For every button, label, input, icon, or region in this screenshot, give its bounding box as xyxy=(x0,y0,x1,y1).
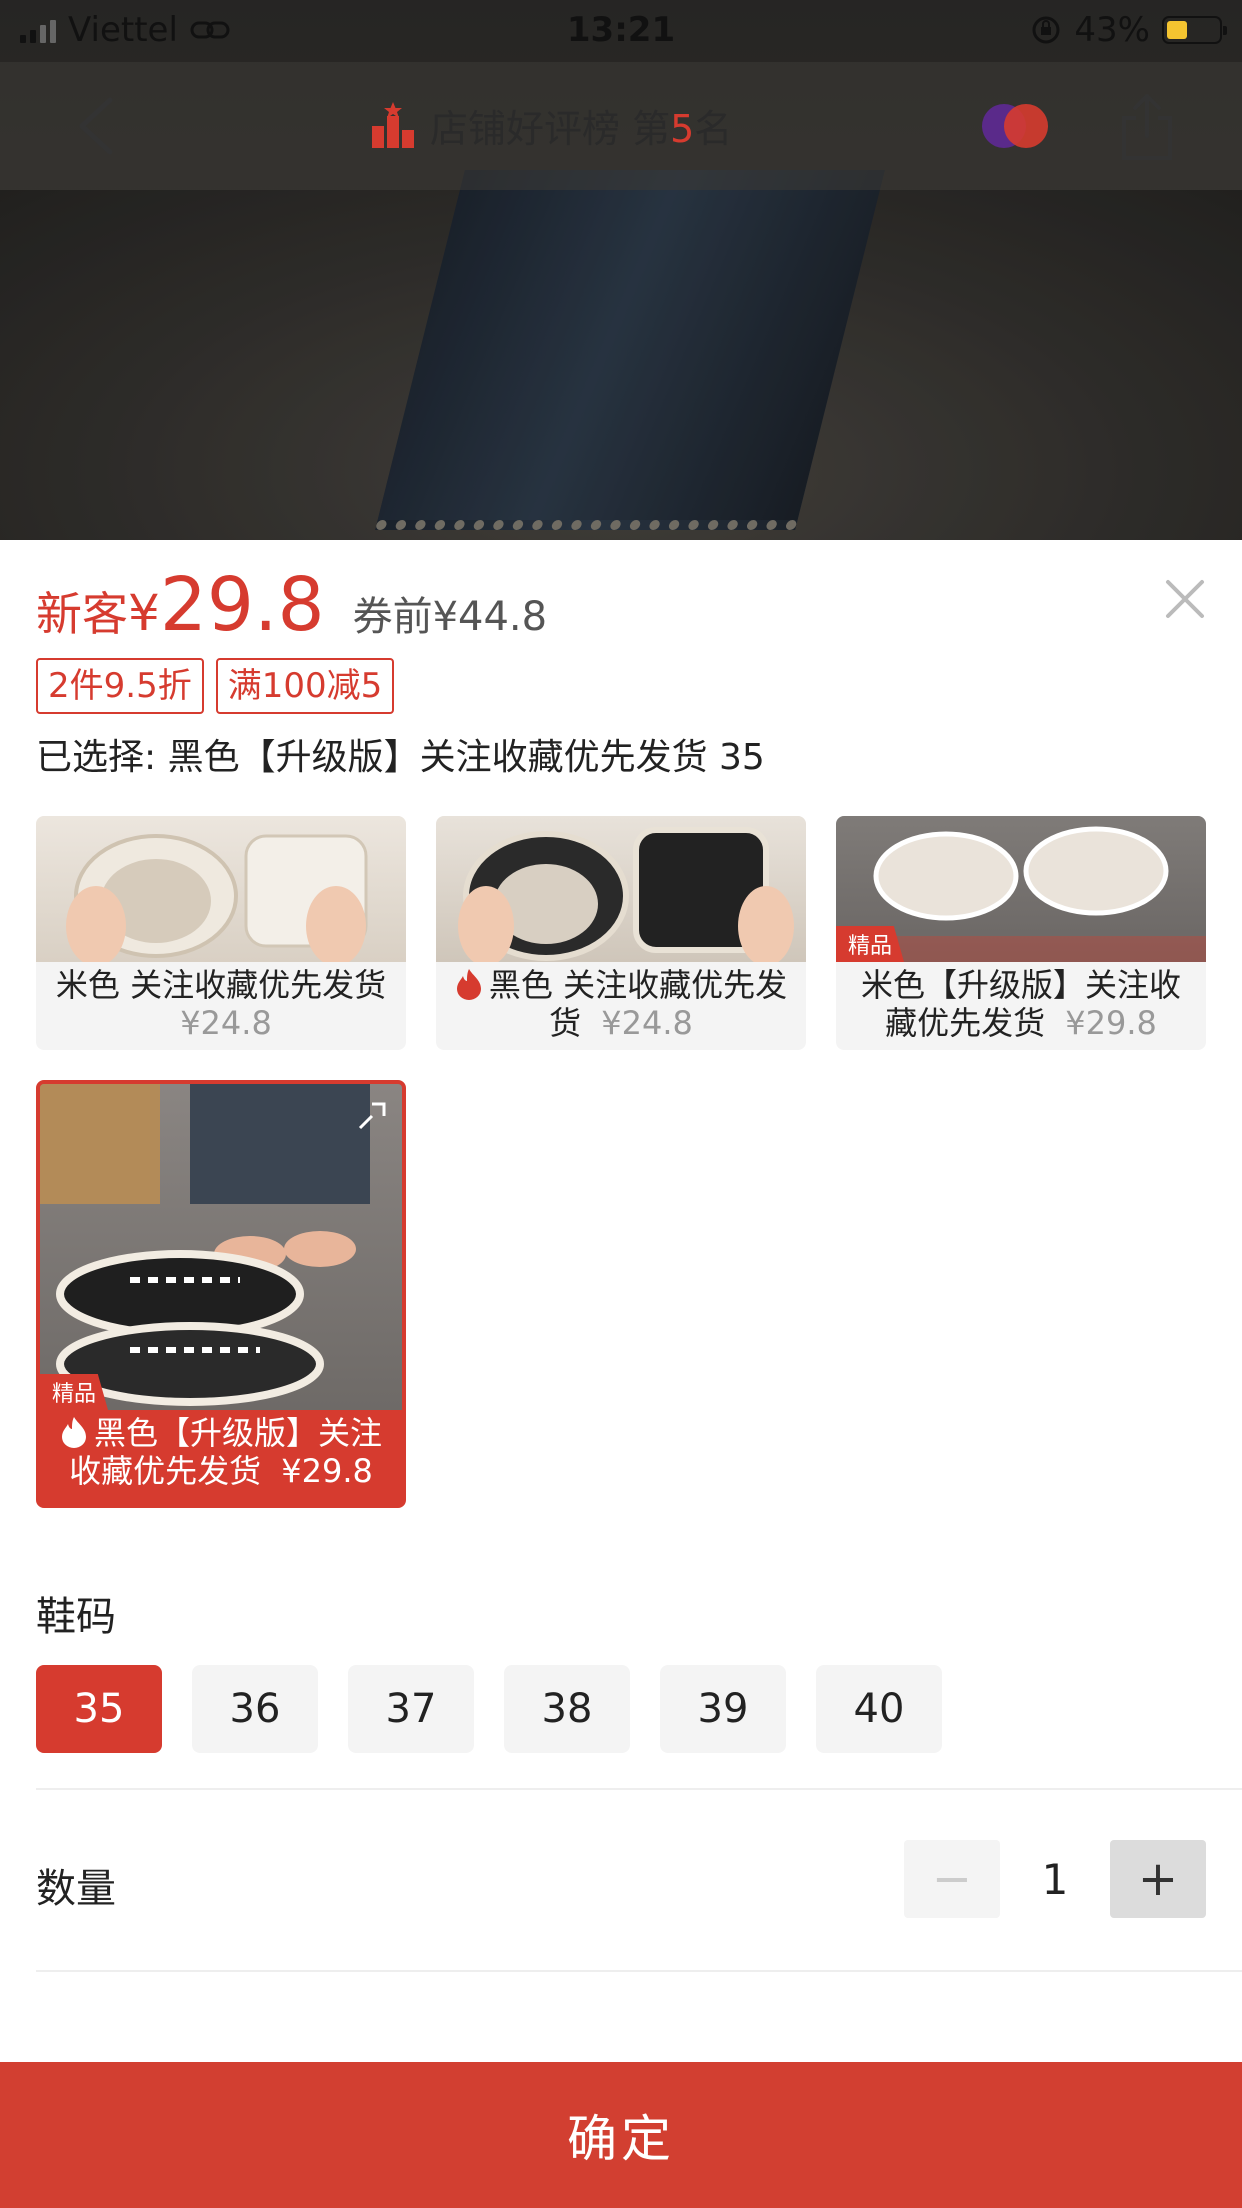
quantity-increase-button[interactable]: + xyxy=(1110,1840,1206,1918)
variant-price: ¥24.8 xyxy=(601,1004,693,1042)
close-icon[interactable] xyxy=(1164,578,1206,620)
rank-title-suffix: 名 xyxy=(694,107,733,151)
size-option-37[interactable]: 37 xyxy=(348,1665,474,1753)
ranking-icon xyxy=(372,101,414,148)
new-customer-tag: 新客 xyxy=(36,587,128,641)
variant-option-selected[interactable]: 精品 黑色【升级版】关注收藏优先发货 ¥29.8 xyxy=(36,1080,406,1508)
rotation-lock-icon xyxy=(1032,16,1060,44)
quantity-decrease-button[interactable]: − xyxy=(904,1840,1000,1918)
variant-image xyxy=(36,816,406,962)
size-option-38[interactable]: 38 xyxy=(504,1665,630,1753)
back-icon[interactable] xyxy=(72,96,122,156)
variant-image: 精品 xyxy=(40,1084,402,1410)
brand-logo-icon[interactable] xyxy=(978,102,1052,150)
premium-badge: 精品 xyxy=(836,926,905,962)
confirm-button[interactable]: 确定 xyxy=(0,2062,1242,2208)
premium-badge: 精品 xyxy=(40,1374,109,1410)
price-currency: ¥ xyxy=(128,584,160,642)
size-options: 35 36 37 38 39 40 xyxy=(36,1665,942,1753)
size-option-39[interactable]: 39 xyxy=(660,1665,786,1753)
variant-price: ¥29.8 xyxy=(1065,1004,1157,1042)
status-bar: Viettel 13:21 43% xyxy=(0,0,1242,62)
share-icon[interactable] xyxy=(1118,92,1176,162)
variant-option[interactable]: 米色 关注收藏优先发货 ¥24.8 xyxy=(36,816,406,1050)
selected-sku-text: 已选择: 黑色【升级版】关注收藏优先发货 35 xyxy=(36,737,765,778)
divider xyxy=(36,1788,1242,1790)
hot-fire-icon xyxy=(456,969,481,1000)
nav-bar: 店铺好评榜 第5名 xyxy=(0,62,1242,190)
rank-number: 5 xyxy=(670,107,695,151)
variant-price: ¥29.8 xyxy=(281,1452,373,1490)
divider xyxy=(36,1970,1242,1972)
variant-image xyxy=(436,816,806,962)
quantity-value: 1 xyxy=(1041,1854,1069,1904)
size-option-35[interactable]: 35 xyxy=(36,1665,162,1753)
promo-tag: 满100减5 xyxy=(215,658,395,714)
price-value: 29.8 xyxy=(159,562,325,648)
price-row: 新客 ¥ 29.8 券前¥44.8 xyxy=(36,562,547,648)
quantity-stepper: − 1 + xyxy=(904,1840,1206,1918)
quantity-label: 数量 xyxy=(36,1866,116,1912)
promo-tag: 2件9.5折 xyxy=(36,658,204,714)
variant-price: ¥24.8 xyxy=(180,1004,272,1042)
size-section-title: 鞋码 xyxy=(36,1594,116,1640)
sku-selection-sheet: 新客 ¥ 29.8 券前¥44.8 2件9.5折 满100减5 已选择: 黑色【… xyxy=(0,540,1242,2208)
variant-option[interactable]: 黑色 关注收藏优先发货 ¥24.8 xyxy=(436,816,806,1050)
hot-fire-icon xyxy=(61,1417,86,1448)
promo-tags: 2件9.5折 满100减5 xyxy=(36,658,395,714)
battery-icon xyxy=(1162,16,1227,44)
variant-image: 精品 xyxy=(836,816,1206,962)
variant-name: 米色 关注收藏优先发货 xyxy=(55,966,387,1004)
variant-option[interactable]: 精品 米色【升级版】关注收藏优先发货 ¥29.8 xyxy=(836,816,1206,1050)
size-option-40[interactable]: 40 xyxy=(816,1665,942,1753)
shop-rank-title[interactable]: 店铺好评榜 第5名 xyxy=(370,98,732,153)
rank-title-prefix: 店铺好评榜 第 xyxy=(430,107,671,151)
price-before-coupon: 券前¥44.8 xyxy=(352,594,548,640)
battery-percent: 43% xyxy=(1074,10,1150,50)
size-option-36[interactable]: 36 xyxy=(192,1665,318,1753)
